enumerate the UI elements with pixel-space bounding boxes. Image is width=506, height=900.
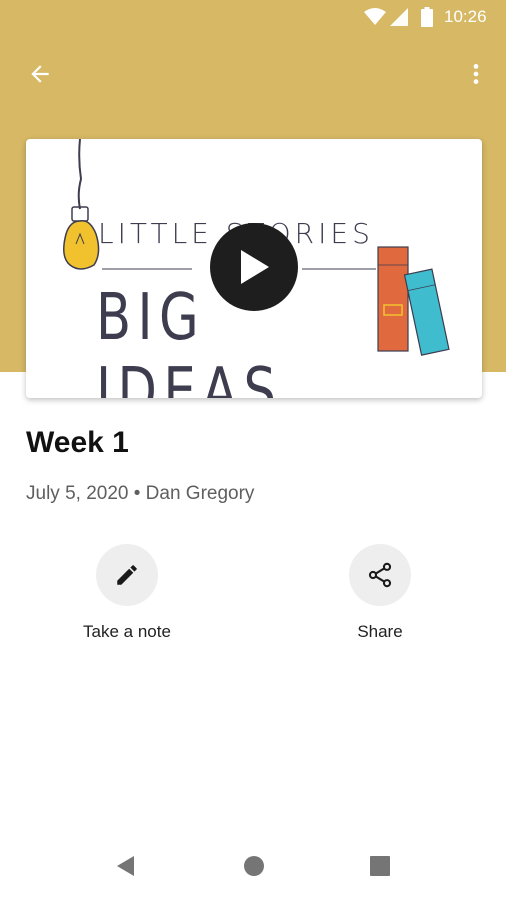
cell-signal-icon [390,8,408,26]
nav-recents-button[interactable] [364,850,396,882]
share-label: Share [357,622,403,641]
system-nav-bar [0,830,506,900]
pencil-icon [117,565,137,585]
share-button[interactable]: Share [300,544,460,654]
episode-meta: July 5, 2020 • Dan Gregory [26,483,255,504]
status-bar: 10:26 [0,0,506,36]
take-note-label: Take a note [83,622,171,641]
play-icon [241,250,269,284]
episode-title: Week 1 [26,426,129,459]
back-button[interactable] [22,56,58,92]
arrow-left-icon [31,65,49,83]
status-time: 10:26 [444,7,487,26]
app-bar [0,48,506,100]
take-note-button[interactable]: Take a note [47,544,207,654]
play-button[interactable] [210,223,298,311]
share-circle[interactable] [349,544,411,606]
lightbulb-icon [63,220,100,270]
more-options-button[interactable] [458,56,494,92]
nav-back-button[interactable] [110,850,142,882]
back-triangle-icon [117,856,134,876]
media-card[interactable]: LITTLE STORIES BIG IDEAS [26,139,482,398]
take-note-circle[interactable] [96,544,158,606]
battery-icon [421,7,433,27]
nav-home-button[interactable] [238,850,270,882]
recents-square-icon [370,856,390,876]
home-circle-icon [244,856,264,876]
more-vert-icon [473,64,479,84]
share-icon [368,562,392,588]
wifi-icon [364,8,386,25]
